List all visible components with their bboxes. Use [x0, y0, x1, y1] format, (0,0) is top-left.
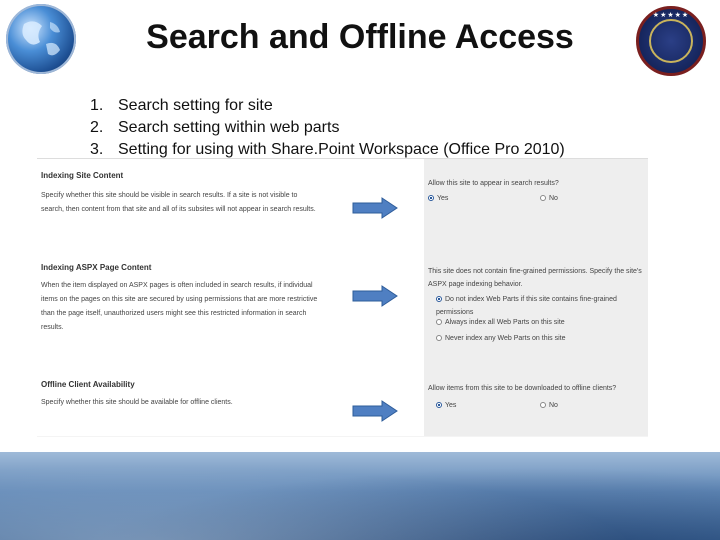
radio-label: Do not index Web Parts if this site cont…	[436, 296, 617, 316]
radio-icon[interactable]	[436, 319, 442, 326]
radio-label: Yes	[437, 195, 449, 202]
radio-icon[interactable]	[428, 195, 434, 202]
settings-row-left: Indexing ASPX Page Content When the item…	[37, 255, 424, 374]
list-item: 1. Search setting for site	[90, 95, 565, 117]
radio-icon[interactable]	[436, 402, 442, 409]
seal-logo: ★★★★★	[636, 6, 706, 76]
radio-option-do-not-index[interactable]: Do not index Web Parts if this site cont…	[436, 293, 636, 319]
list-text: Search setting within web parts	[118, 119, 340, 136]
section-title-indexing-site: Indexing Site Content	[41, 171, 124, 180]
list-number: 2.	[90, 119, 104, 136]
footer-banner	[0, 452, 720, 540]
right-arrow-icon	[352, 285, 398, 307]
settings-row-right: This site does not contain fine-grained …	[424, 255, 648, 374]
radio-label: Never index any Web Parts on this site	[445, 335, 566, 342]
settings-row-left: Indexing Site Content Specify whether th…	[37, 159, 424, 255]
radio-icon[interactable]	[436, 296, 442, 303]
section-desc-offline: Specify whether this site should be avai…	[41, 399, 233, 406]
list-number: 1.	[90, 97, 104, 114]
question-indexing-site: Allow this site to appear in search resu…	[428, 180, 559, 187]
settings-row-indexing-aspx: Indexing ASPX Page Content When the item…	[37, 255, 648, 375]
radio-option-always-index[interactable]: Always index all Web Parts on this site	[436, 319, 565, 326]
settings-row-offline: Offline Client Availability Specify whet…	[37, 374, 648, 436]
list-item: 2. Search setting within web parts	[90, 117, 565, 139]
right-arrow-icon	[352, 400, 398, 422]
section-title-indexing-aspx: Indexing ASPX Page Content	[41, 263, 152, 272]
list-text: Search setting for site	[118, 97, 273, 114]
right-arrow-icon	[352, 197, 398, 219]
radio-label: No	[549, 195, 558, 202]
seal-ring	[649, 19, 693, 63]
section-desc-indexing-aspx: When the item displayed on ASPX pages is…	[41, 282, 318, 331]
radio-option-never-index[interactable]: Never index any Web Parts on this site	[436, 335, 565, 342]
radio-icon[interactable]	[540, 402, 546, 409]
radio-label: Always index all Web Parts on this site	[445, 319, 565, 326]
radio-option-yes[interactable]: Yes	[428, 195, 448, 202]
radio-label: Yes	[445, 402, 457, 409]
section-title-offline: Offline Client Availability	[41, 380, 135, 389]
settings-row-right: Allow items from this site to be downloa…	[424, 374, 648, 436]
settings-row-indexing-site: Indexing Site Content Specify whether th…	[37, 159, 648, 256]
footer-haze	[0, 452, 720, 540]
radio-icon[interactable]	[540, 195, 546, 202]
seal-stars: ★★★★★	[652, 12, 690, 19]
bullet-list: 1. Search setting for site 2. Search setti…	[90, 95, 565, 161]
section-desc-indexing-site: Specify whether this site should be visi…	[41, 192, 316, 213]
radio-label: No	[549, 402, 558, 409]
slide-title: Search and Offline Access	[146, 18, 574, 56]
list-text: Setting for using with Share.Point Works…	[118, 141, 565, 158]
radio-option-no[interactable]: No	[540, 402, 558, 409]
settings-row-right: Allow this site to appear in search resu…	[424, 159, 648, 255]
settings-screenshot: Indexing Site Content Specify whether th…	[37, 158, 648, 437]
radio-icon[interactable]	[436, 335, 442, 342]
question-indexing-aspx: This site does not contain fine-grained …	[428, 268, 642, 288]
radio-option-no[interactable]: No	[540, 195, 558, 202]
settings-row-left: Offline Client Availability Specify whet…	[37, 374, 424, 436]
radio-option-yes[interactable]: Yes	[436, 402, 456, 409]
question-offline: Allow items from this site to be downloa…	[428, 385, 617, 392]
